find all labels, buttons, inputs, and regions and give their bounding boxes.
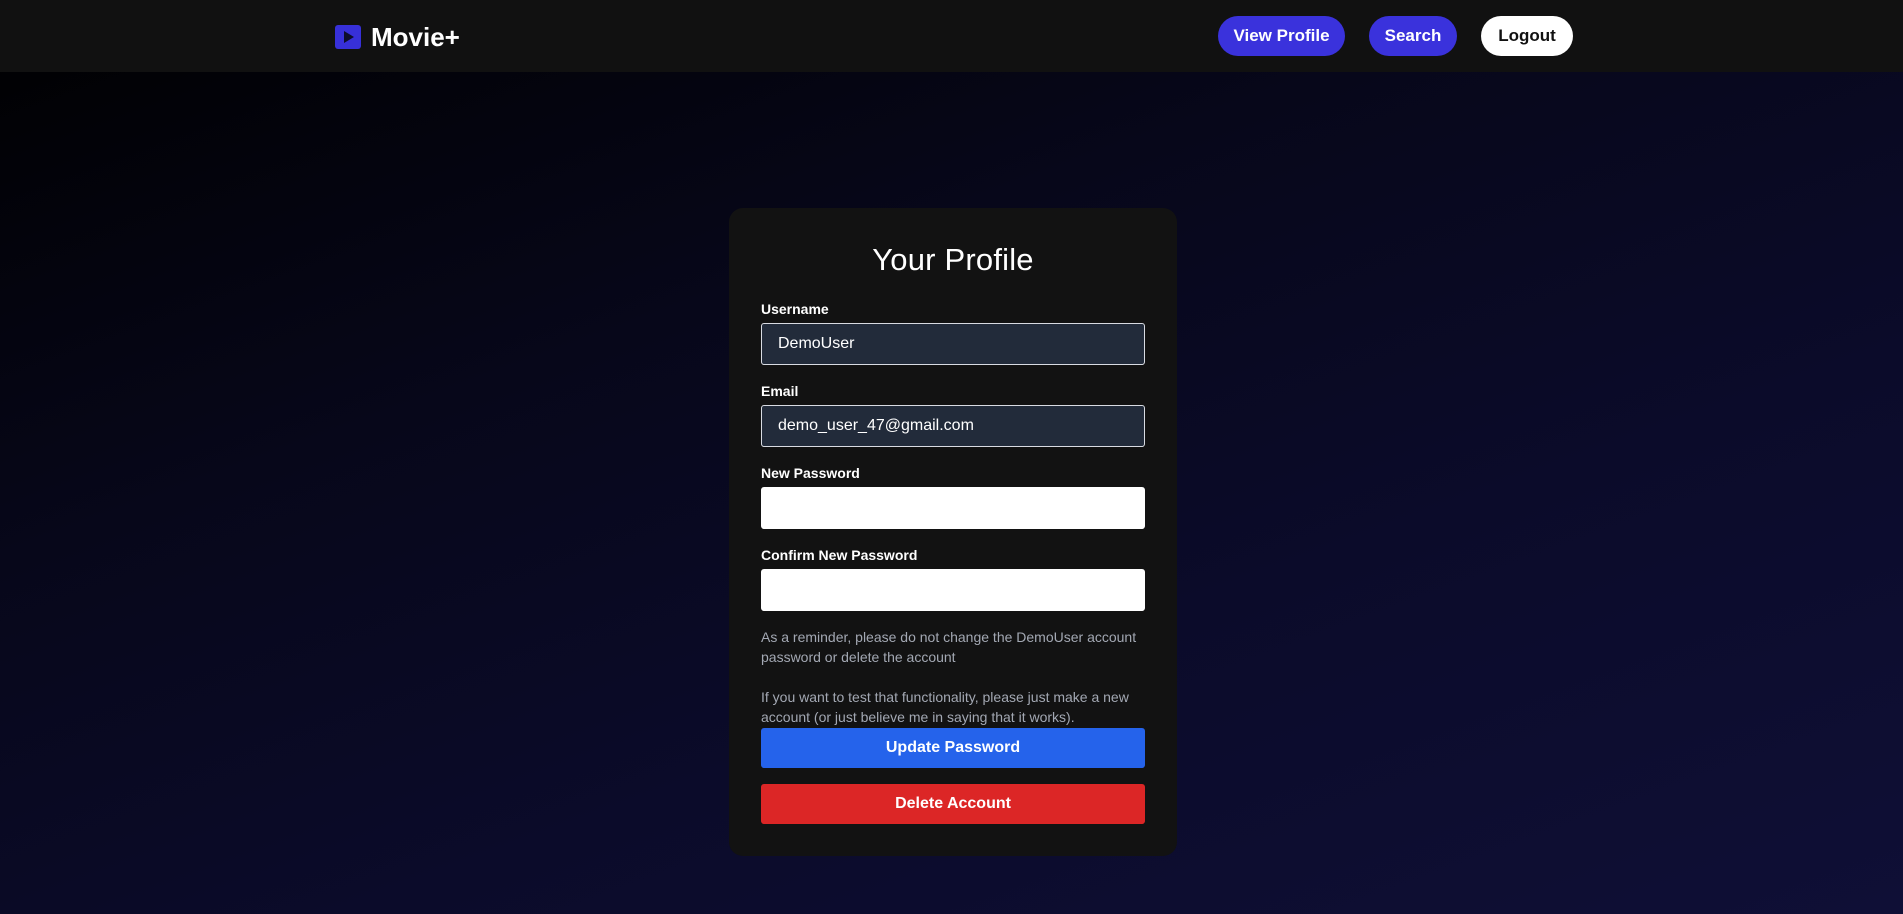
confirm-password-label: Confirm New Password <box>761 547 918 563</box>
confirm-password-field[interactable] <box>761 569 1145 611</box>
brand[interactable]: Movie+ <box>335 22 460 52</box>
update-password-button[interactable]: Update Password <box>761 728 1145 768</box>
view-profile-button[interactable]: View Profile <box>1218 16 1345 56</box>
email-field[interactable] <box>761 405 1145 447</box>
username-field[interactable] <box>761 323 1145 365</box>
brand-name: Movie+ <box>371 21 460 52</box>
search-button[interactable]: Search <box>1369 16 1457 56</box>
delete-account-button[interactable]: Delete Account <box>761 784 1145 824</box>
reminder-note: As a reminder, please do not change the … <box>761 629 1137 665</box>
logout-button[interactable]: Logout <box>1481 16 1573 56</box>
new-password-label: New Password <box>761 465 860 481</box>
username-label: Username <box>761 301 829 317</box>
test-note: If you want to test that functionality, … <box>761 689 1129 725</box>
play-icon <box>335 25 361 49</box>
email-label: Email <box>761 383 799 399</box>
profile-card: Your Profile Username Email New Password… <box>729 208 1177 856</box>
navbar: Movie+ View Profile Search Logout <box>0 0 1903 72</box>
new-password-field[interactable] <box>761 487 1145 529</box>
page-title: Your Profile <box>872 242 1034 277</box>
